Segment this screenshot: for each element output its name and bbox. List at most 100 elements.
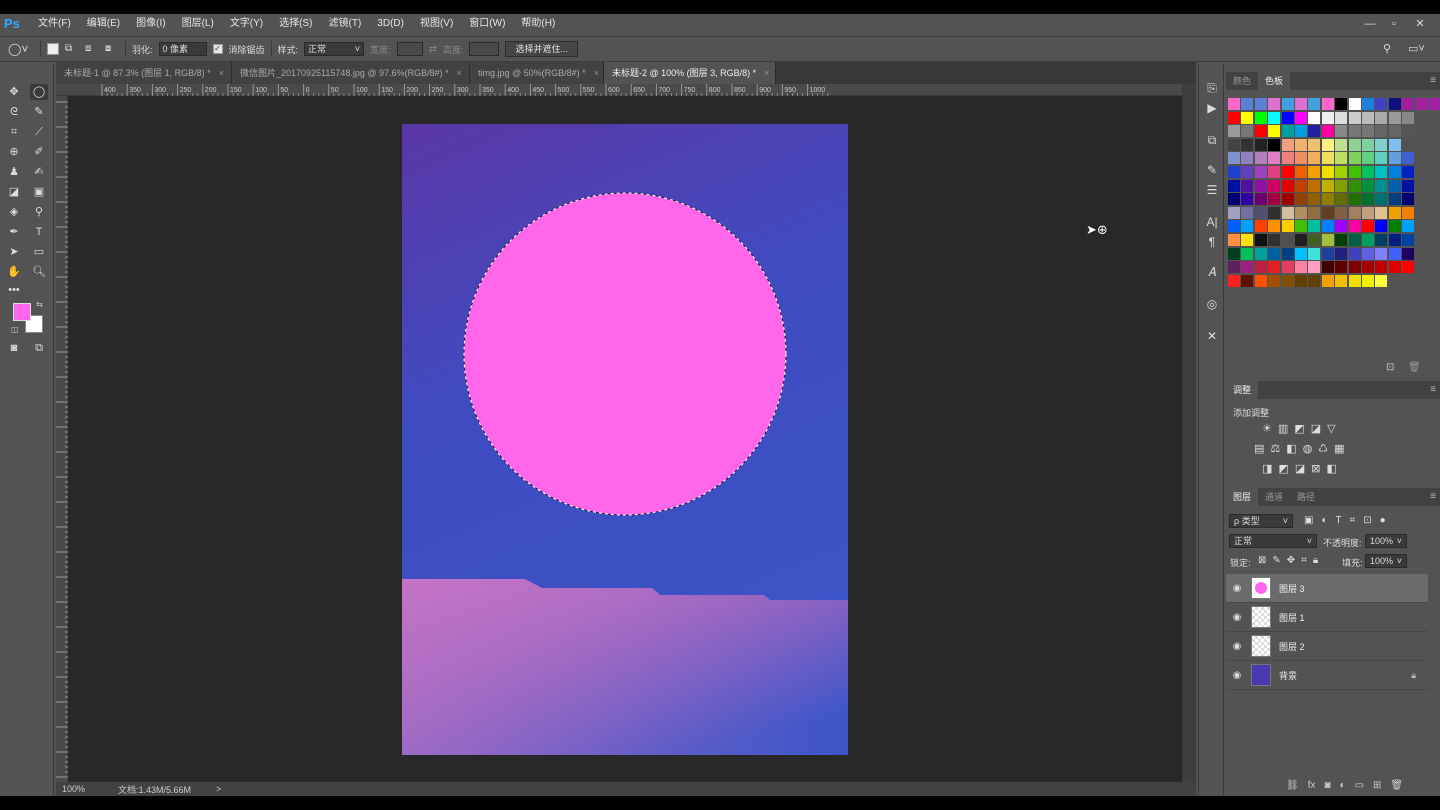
clone-stamp-tool-icon[interactable]: ♟	[5, 164, 23, 180]
color-swatch[interactable]	[1348, 152, 1361, 165]
color-swatch[interactable]	[1281, 98, 1294, 110]
color-swatch[interactable]	[1281, 234, 1294, 246]
color-swatch[interactable]	[1388, 261, 1401, 274]
color-swatch[interactable]	[1295, 125, 1307, 138]
menu-edit[interactable]: 编辑(E)	[79, 14, 128, 34]
gradient-map-icon[interactable]: ◧	[1326, 462, 1336, 475]
horizontal-ruler[interactable]: 400 350 300 250 200 150 100 50 0 50 100 150 200 250 30…	[56, 84, 1182, 96]
color-swatch[interactable]	[1241, 234, 1254, 246]
color-swatch[interactable]	[1281, 247, 1294, 260]
menu-view[interactable]: 视图(V)	[412, 14, 461, 34]
tab-swatches[interactable]: 色板	[1258, 72, 1291, 90]
properties-icon[interactable]: ⧉	[1203, 132, 1221, 148]
color-swatch[interactable]	[1241, 193, 1254, 206]
tab-wechat-image[interactable]: 微信图片_20170925115748.jpg @ 97.6%(RGB/8#) …	[232, 62, 470, 84]
color-swatch[interactable]	[1375, 261, 1388, 274]
visibility-eye-icon[interactable]: ◉	[1226, 583, 1248, 594]
color-swatch[interactable]	[1254, 111, 1267, 124]
vertical-ruler[interactable]	[56, 96, 68, 782]
color-swatch[interactable]	[1362, 274, 1374, 287]
color-swatch[interactable]	[1228, 138, 1240, 151]
color-swatch[interactable]	[1388, 234, 1401, 246]
color-swatch[interactable]	[1388, 166, 1401, 178]
brightness-contrast-icon[interactable]: ☀	[1262, 422, 1272, 435]
rectangle-tool-icon[interactable]: ▭	[30, 244, 48, 260]
photo-filter-icon[interactable]: ◍	[1303, 442, 1313, 455]
fx-icon[interactable]: fx	[1308, 780, 1316, 791]
fill-input[interactable]: 100% ˅	[1365, 554, 1407, 568]
menu-file[interactable]: 文件(F)	[30, 14, 79, 34]
adjustments-sliders-icon[interactable]: ☰	[1203, 182, 1221, 198]
color-swatch[interactable]	[1321, 125, 1334, 138]
color-swatch[interactable]	[1254, 152, 1267, 165]
trash-icon[interactable]: 🗑︎	[1390, 780, 1403, 791]
color-swatch[interactable]	[1348, 166, 1361, 178]
color-swatch[interactable]	[1375, 152, 1388, 165]
color-swatch[interactable]	[1375, 138, 1388, 151]
healing-brush-tool-icon[interactable]: ⊕	[5, 144, 23, 160]
color-swatch[interactable]	[1375, 125, 1388, 138]
color-swatch[interactable]	[1335, 152, 1348, 165]
foreground-color-swatch[interactable]	[13, 303, 31, 321]
color-swatch[interactable]	[1402, 98, 1415, 110]
tab-color[interactable]: 颜色	[1226, 72, 1258, 90]
color-swatch[interactable]	[1254, 166, 1267, 178]
default-colors-icon[interactable]: ◫	[11, 325, 19, 334]
color-swatch[interactable]	[1308, 234, 1321, 246]
lock-all-icon[interactable]: 🔒︎	[1313, 555, 1318, 566]
color-swatch[interactable]	[1308, 274, 1321, 287]
workspace-icon[interactable]: ▭˅	[1408, 42, 1425, 55]
close-tab-icon[interactable]: ×	[764, 68, 769, 78]
color-swatch[interactable]	[1268, 193, 1281, 206]
pen-tool-icon[interactable]: ✒	[5, 224, 23, 240]
color-swatch[interactable]	[1348, 274, 1361, 287]
history-icon[interactable]: ⎘	[1203, 80, 1221, 96]
subtract-selection-icon[interactable]: ⧈	[85, 43, 99, 55]
color-swatch[interactable]	[1321, 138, 1334, 151]
color-swatch[interactable]	[1335, 234, 1348, 246]
color-swatch[interactable]	[1321, 98, 1334, 110]
document-canvas[interactable]	[402, 124, 848, 755]
color-swatch[interactable]	[1308, 166, 1321, 178]
close-tab-icon[interactable]: ×	[594, 68, 599, 78]
color-swatch[interactable]	[1402, 234, 1415, 246]
history-brush-tool-icon[interactable]: ✍	[30, 164, 48, 180]
color-swatch[interactable]	[1375, 98, 1388, 110]
color-swatch[interactable]	[1268, 274, 1281, 287]
black-white-icon[interactable]: ◧	[1286, 442, 1296, 455]
color-swatch[interactable]	[1321, 111, 1334, 124]
color-swatch[interactable]	[1348, 193, 1361, 206]
search-icon[interactable]: ⚲	[1383, 42, 1391, 55]
color-swatch[interactable]	[1281, 179, 1294, 192]
color-swatch[interactable]	[1402, 166, 1415, 178]
color-swatch[interactable]	[1388, 98, 1401, 110]
color-swatch[interactable]	[1281, 261, 1294, 274]
color-swatch[interactable]	[1295, 98, 1307, 110]
color-swatch[interactable]	[1308, 193, 1321, 206]
close-tab-icon[interactable]: ×	[219, 68, 224, 78]
libraries-icon[interactable]: ◎	[1203, 296, 1221, 312]
color-swatch[interactable]	[1375, 220, 1388, 233]
color-swatch[interactable]	[1321, 247, 1334, 260]
color-swatch[interactable]	[1295, 206, 1307, 219]
adjustment-icon[interactable]: ◐	[1340, 780, 1346, 791]
dodge-tool-icon[interactable]: ⚲	[30, 204, 48, 220]
character-icon[interactable]: A|	[1203, 214, 1221, 230]
color-swatch[interactable]	[1228, 98, 1240, 110]
status-menu-arrow[interactable]: >	[216, 784, 221, 794]
color-swatch[interactable]	[1308, 206, 1321, 219]
color-swatch[interactable]	[1402, 193, 1415, 206]
color-swatch[interactable]	[1388, 138, 1401, 151]
zoom-tool-icon[interactable]: 🔍︎	[30, 264, 48, 280]
color-swatch[interactable]	[1295, 274, 1307, 287]
color-swatch[interactable]	[1388, 125, 1401, 138]
color-swatch[interactable]	[1335, 193, 1348, 206]
lock-paint-icon[interactable]: ✎	[1272, 555, 1280, 566]
color-swatch[interactable]	[1268, 261, 1281, 274]
color-swatch[interactable]	[1335, 206, 1348, 219]
color-swatch[interactable]	[1388, 206, 1401, 219]
color-swatch[interactable]	[1308, 220, 1321, 233]
actions-play-icon[interactable]: ▶	[1203, 100, 1221, 116]
screen-mode-icon[interactable]: ⧉	[30, 340, 48, 356]
panel-menu-icon[interactable]: ≡	[1430, 488, 1436, 506]
